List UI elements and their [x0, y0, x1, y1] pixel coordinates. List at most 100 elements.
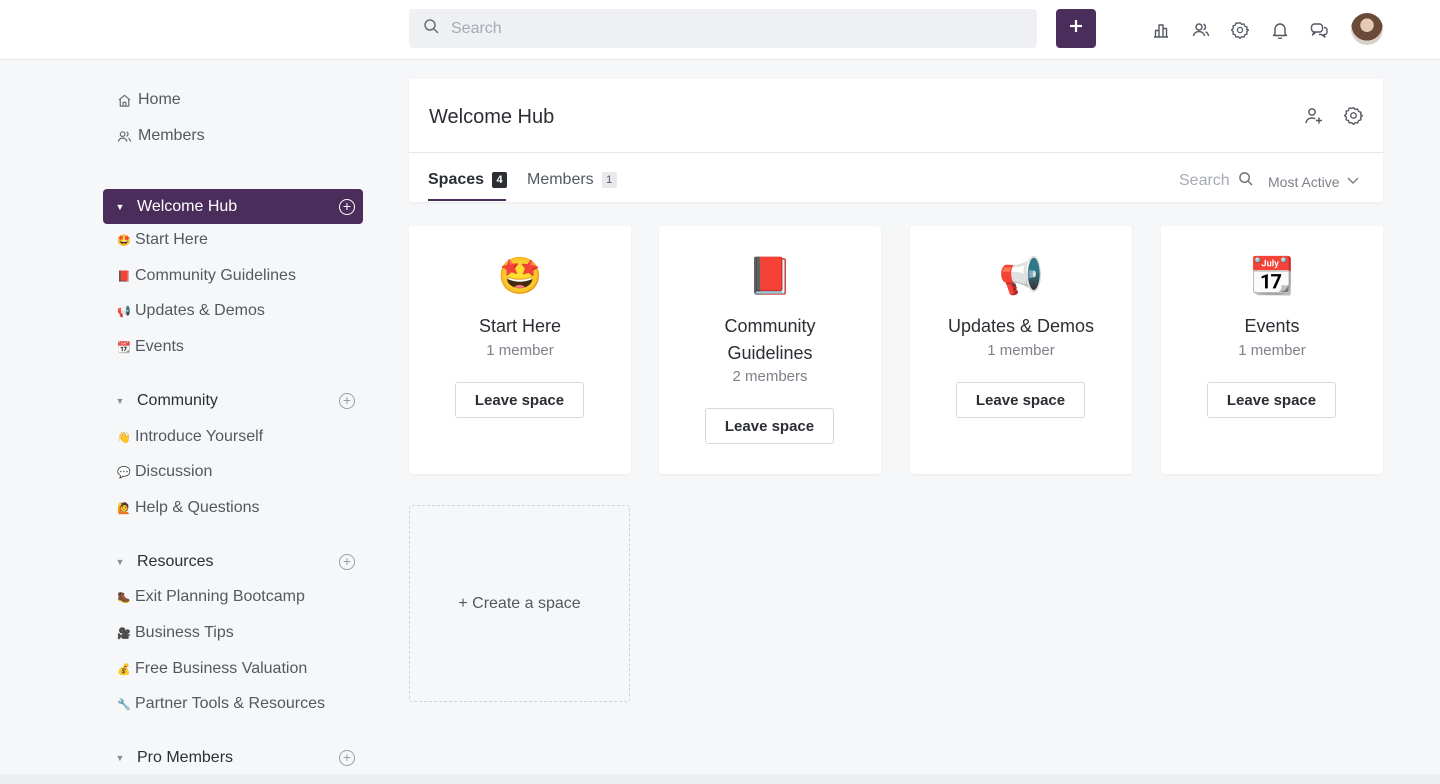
sidebar-link-members[interactable]: Members	[116, 127, 205, 145]
sidebar-item-label: Updates & Demos	[135, 302, 265, 319]
sidebar-item-label: Help & Questions	[135, 499, 260, 516]
space-emoji-icon: 📕	[747, 255, 793, 296]
notifications-icon[interactable]	[1270, 20, 1290, 40]
create-space-card[interactable]: + Create a space	[409, 505, 630, 702]
tab-label: Spaces	[428, 171, 485, 188]
sidebar-group-resources[interactable]: ▼ Resources +	[103, 544, 363, 579]
space-emoji-icon: 📆	[1249, 255, 1295, 296]
caret-down-icon: ▼	[115, 395, 125, 406]
space-emoji-icon: 👋	[117, 431, 131, 444]
tab-count-badge: 4	[492, 172, 508, 188]
space-emoji-icon: 🤩	[497, 255, 543, 296]
sidebar-link-home[interactable]: Home	[116, 91, 181, 109]
space-emoji-icon: 💰	[117, 663, 131, 676]
search-input[interactable]	[451, 19, 1011, 38]
avatar[interactable]	[1351, 13, 1383, 45]
sidebar-item-label: Events	[135, 338, 184, 355]
settings-icon[interactable]	[1343, 106, 1364, 126]
sidebar-group-welcome-hub[interactable]: ▼ Welcome Hub +	[103, 189, 363, 224]
sidebar-link-label: Home	[138, 91, 181, 108]
sidebar-item-events[interactable]: 📆 Events	[116, 338, 184, 356]
sidebar-item-label: Free Business Valuation	[135, 660, 308, 677]
space-emoji-icon: 🙋	[117, 502, 131, 515]
sidebar-item-label: Exit Planning Bootcamp	[135, 588, 305, 605]
page-title: Welcome Hub	[429, 106, 555, 128]
space-card-members: 1 member	[486, 342, 554, 359]
sort-label: Most Active	[1268, 173, 1340, 190]
space-card-members: 1 member	[987, 342, 1055, 359]
sidebar-item-label: Partner Tools & Resources	[135, 695, 326, 712]
sidebar-item-exit-planning-bootcamp[interactable]: 🥾 Exit Planning Bootcamp	[116, 588, 305, 606]
space-emoji-icon: 💬	[117, 466, 131, 479]
space-card-community-guidelines[interactable]: 📕 Community Guidelines 2 members Leave s…	[659, 226, 881, 474]
sidebar-item-label: Start Here	[135, 231, 208, 248]
sidebar-group-community[interactable]: ▼ Community +	[103, 383, 363, 418]
leave-space-button[interactable]: Leave space	[705, 408, 834, 444]
sort-dropdown[interactable]: Most Active	[1268, 173, 1360, 190]
space-emoji-icon: 🥾	[117, 591, 131, 604]
members-icon	[116, 129, 132, 144]
tab-count-badge: 1	[601, 172, 617, 188]
space-card-title: Start Here	[478, 316, 562, 336]
caret-down-icon: ▼	[115, 201, 125, 212]
create-button[interactable]	[1056, 9, 1096, 48]
active-tab-indicator	[428, 199, 506, 201]
space-card-members: 2 members	[732, 368, 808, 385]
sidebar-item-introduce-yourself[interactable]: 👋 Introduce Yourself	[116, 428, 263, 446]
add-space-icon[interactable]: +	[339, 554, 355, 570]
space-card-title: Updates & Demos	[947, 316, 1095, 336]
sidebar-item-label: Business Tips	[135, 624, 234, 641]
space-emoji-icon: 🔧	[117, 698, 131, 711]
sidebar-item-business-tips[interactable]: 🎥 Business Tips	[116, 624, 234, 642]
sidebar-item-label: Discussion	[135, 463, 213, 480]
sidebar-item-free-business-valuation[interactable]: 💰 Free Business Valuation	[116, 660, 307, 678]
chevron-down-icon	[1340, 173, 1360, 190]
members-icon[interactable]	[1191, 20, 1211, 40]
search-icon	[1230, 171, 1253, 191]
tab-members[interactable]: Members 1	[527, 171, 617, 189]
caret-down-icon: ▼	[115, 752, 125, 763]
sidebar-item-start-here[interactable]: 🤩 Start Here	[116, 231, 208, 249]
space-emoji-icon: 📢	[998, 255, 1044, 296]
space-group-header: Welcome Hub Spaces 4 Members 1 Search Mo…	[409, 79, 1383, 202]
bottom-edge	[0, 774, 1440, 784]
messages-icon[interactable]	[1309, 20, 1329, 40]
sidebar-item-help-questions[interactable]: 🙋 Help & Questions	[116, 499, 260, 517]
sidebar-item-community-guidelines[interactable]: 📕 Community Guidelines	[116, 267, 296, 285]
search-icon	[423, 18, 439, 39]
leaderboard-icon[interactable]	[1151, 20, 1171, 40]
space-emoji-icon: 📕	[117, 270, 131, 283]
sidebar-group-pro-members[interactable]: ▼ Pro Members +	[103, 740, 363, 775]
global-search[interactable]	[409, 9, 1037, 48]
leave-space-button[interactable]: Leave space	[455, 382, 584, 418]
space-emoji-icon: 📢	[117, 305, 131, 318]
space-card-updates-demos[interactable]: 📢 Updates & Demos 1 member Leave space	[910, 226, 1132, 474]
space-emoji-icon: 🤩	[117, 234, 131, 247]
sidebar-item-updates-demos[interactable]: 📢 Updates & Demos	[116, 302, 265, 320]
top-bar	[0, 0, 1440, 60]
tab-label: Members	[527, 171, 594, 188]
leave-space-button[interactable]: Leave space	[1207, 382, 1336, 418]
space-card-members: 1 member	[1238, 342, 1306, 359]
sidebar-item-partner-tools-resources[interactable]: 🔧 Partner Tools & Resources	[116, 695, 325, 713]
tab-spaces[interactable]: Spaces 4	[428, 171, 508, 189]
add-space-icon[interactable]: +	[339, 750, 355, 766]
space-emoji-icon: 📆	[117, 341, 131, 354]
space-card-title: Community Guidelines	[724, 316, 816, 363]
divider	[409, 152, 1383, 153]
spaces-search[interactable]: Search	[1179, 171, 1253, 191]
add-member-icon[interactable]	[1304, 106, 1324, 126]
settings-icon[interactable]	[1230, 20, 1250, 40]
sidebar-group-title: Community	[137, 391, 218, 409]
sidebar-group-title: Welcome Hub	[137, 197, 238, 215]
spaces-search-label: Search	[1179, 172, 1230, 189]
space-card-start-here[interactable]: 🤩 Start Here 1 member Leave space	[409, 226, 631, 474]
sidebar-item-discussion[interactable]: 💬 Discussion	[116, 463, 212, 481]
sidebar-item-label: Community Guidelines	[135, 267, 296, 284]
leave-space-button[interactable]: Leave space	[956, 382, 1085, 418]
sidebar-group-title: Pro Members	[137, 748, 234, 766]
add-space-icon[interactable]: +	[339, 199, 355, 215]
add-space-icon[interactable]: +	[339, 393, 355, 409]
space-card-events[interactable]: 📆 Events 1 member Leave space	[1161, 226, 1383, 474]
sidebar-link-label: Members	[138, 127, 205, 144]
